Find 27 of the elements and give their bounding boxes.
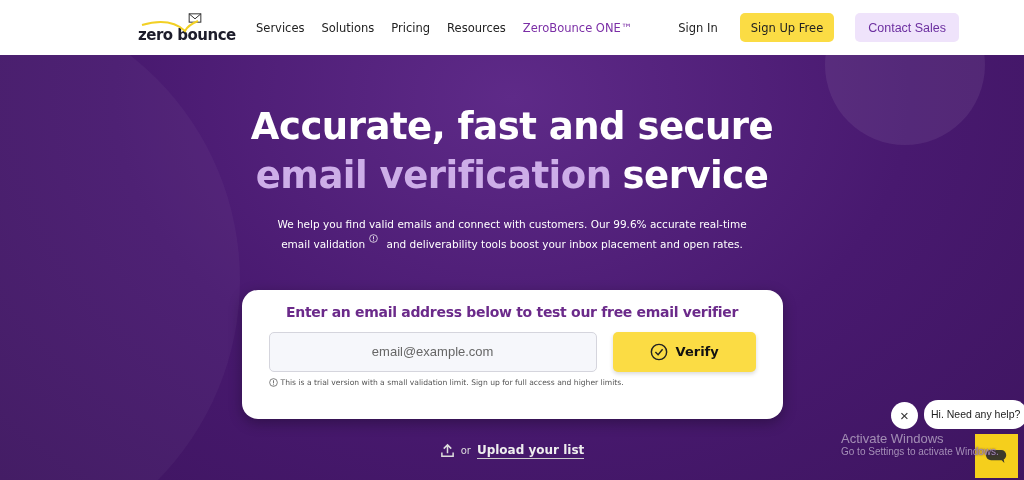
email-validation-link[interactable]: email validation: [281, 237, 366, 250]
upload-icon[interactable]: [439, 443, 455, 458]
contact-sales-button[interactable]: Contact Sales: [855, 13, 960, 42]
sign-in-link[interactable]: Sign In: [678, 20, 718, 35]
chat-close-button[interactable]: ×: [891, 402, 918, 429]
zerobounce-logo[interactable]: zero bounce: [138, 12, 238, 43]
check-circle-icon: [649, 342, 668, 361]
headline: Accurate, fast and secure: [250, 104, 774, 150]
or-label: or: [460, 445, 471, 456]
chat-greeting[interactable]: Hi. Need any help?: [924, 400, 1024, 429]
info-icon: [268, 377, 278, 387]
info-icon[interactable]: [369, 234, 379, 243]
nav-link[interactable]: Solutions: [321, 20, 375, 35]
nav-link[interactable]: ZeroBounce ONE™: [522, 20, 633, 35]
headline-accent: email verification: [255, 153, 612, 199]
upload-list-link[interactable]: Upload your list: [476, 442, 585, 459]
nav-link[interactable]: Services: [256, 20, 305, 35]
activation-notice-title: Activate Windows: [841, 431, 945, 446]
verifier-title: Enter an email address below to test our free email verifier: [284, 303, 740, 320]
sign-up-button[interactable]: Sign Up Free: [739, 13, 835, 42]
hero-description: We help you find valid emails and connect with customers. Our 99.6% accurate real-time email validation and deliverability tools boost your inbox placement and open rates.: [277, 217, 747, 252]
envelope-icon: [188, 12, 202, 23]
email-field[interactable]: email@example.com: [268, 331, 597, 372]
nav-link[interactable]: Pricing: [391, 20, 431, 35]
headline: service: [622, 153, 769, 199]
nav-link[interactable]: Resources: [447, 20, 506, 35]
verify-button[interactable]: Verify: [612, 331, 756, 372]
